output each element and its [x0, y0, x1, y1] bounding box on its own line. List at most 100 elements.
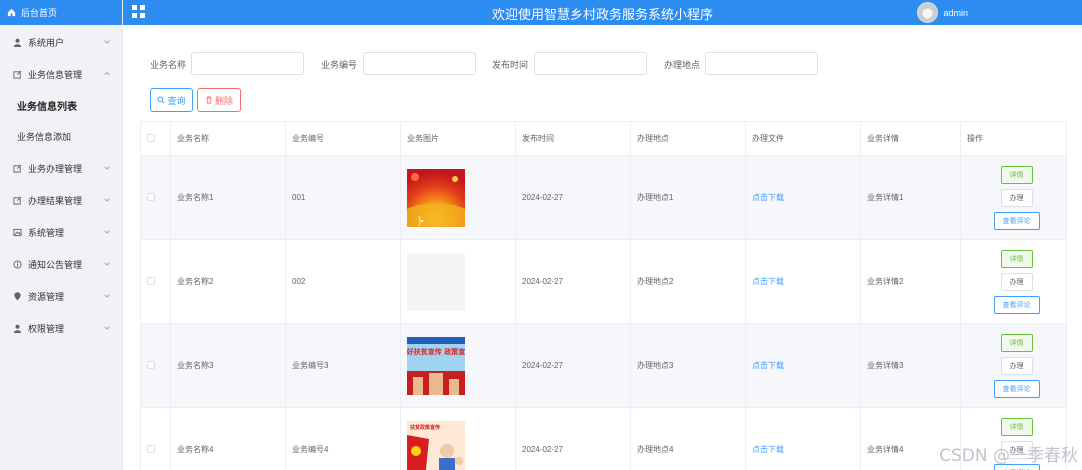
handle-button[interactable]: 办理 — [1000, 356, 1033, 375]
business-name-cell: 业务名称4 — [170, 407, 286, 470]
view-comments-button[interactable]: 查看评论 — [993, 379, 1040, 398]
business-image-cell: 扶贫政策宣传 — [400, 407, 516, 470]
business-image[interactable]: 做好扶贫宣传 政策宣传 — [407, 336, 465, 395]
business-image[interactable] — [407, 252, 465, 311]
row-checkbox[interactable] — [147, 360, 155, 369]
home-link[interactable]: 后台首页 — [0, 0, 122, 25]
handle-button[interactable]: 办理 — [1000, 188, 1033, 207]
menu-label: 通知公告管理 — [28, 259, 83, 270]
watermark: CSDN @一季春秋 — [939, 446, 1078, 466]
actions-cell: 详情 办理 查看评论 — [960, 239, 1067, 324]
chevron-down-icon — [104, 198, 110, 202]
menu-permissions[interactable]: 权限管理 — [0, 312, 122, 344]
detail-cell: 业务详情1 — [860, 155, 961, 240]
delete-button[interactable]: 删除 — [197, 88, 241, 112]
chevron-up-icon — [104, 71, 110, 76]
image-text: 扶贫政策宣传 — [410, 424, 440, 431]
edit-icon — [13, 196, 22, 205]
business-image-cell: 做好扶贫宣传 政策宣传 — [400, 323, 516, 408]
column-header: 发布时间 — [515, 121, 631, 156]
select-all-checkbox[interactable] — [147, 133, 155, 142]
search-bar: 业务名称 业务编号 发布时间 办理地点 — [126, 52, 1082, 76]
file-cell: 点击下载 — [745, 323, 861, 408]
table-row: 业务名称2 002 2024-02-27 办理地点2 点击下载 业务详情2 详情… — [140, 239, 1067, 324]
view-comments-button[interactable]: 查看评论 — [993, 295, 1040, 314]
download-link[interactable]: 点击下载 — [752, 277, 784, 286]
place-cell: 办理地点1 — [630, 155, 746, 240]
view-comments-button[interactable]: 查看评论 — [993, 211, 1040, 230]
chevron-down-icon — [104, 294, 110, 298]
search-label: 发布时间 — [492, 60, 529, 70]
business-table: 业务名称 业务编号 业务图片 发布时间 办理地点 办理文件 业务详情 操作 业务… — [140, 121, 1067, 470]
actions-cell: 详情 办理 查看评论 — [960, 323, 1067, 408]
business-name-input[interactable] — [191, 52, 304, 75]
business-code-cell: 业务编号3 — [285, 323, 401, 408]
row-checkbox[interactable] — [147, 276, 155, 285]
chevron-down-icon — [104, 326, 110, 330]
menu-resources[interactable]: 资源管理 — [0, 280, 122, 312]
menu-business-info[interactable]: 业务信息管理 — [0, 58, 122, 90]
publish-date-cell: 2024-02-27 — [515, 407, 631, 470]
download-link[interactable]: 点击下载 — [752, 193, 784, 202]
chevron-down-icon — [104, 262, 110, 266]
place-cell: 办理地点4 — [630, 407, 746, 470]
menu-label: 系统用户 — [28, 37, 65, 48]
user-name: admin — [943, 7, 968, 18]
menu-label: 权限管理 — [28, 323, 65, 334]
location-icon — [14, 291, 21, 301]
chevron-down-icon — [104, 40, 110, 44]
file-cell: 点击下载 — [745, 407, 861, 470]
row-checkbox[interactable] — [147, 444, 155, 453]
detail-button[interactable]: 详情 — [1000, 417, 1033, 436]
row-select-cell — [140, 155, 171, 240]
detail-button[interactable]: 详情 — [1000, 249, 1033, 268]
download-link[interactable]: 点击下载 — [752, 361, 784, 370]
publish-date-cell: 2024-02-27 — [515, 323, 631, 408]
menu-system[interactable]: 系统管理 — [0, 216, 122, 248]
trash-icon — [206, 96, 212, 104]
menu-label: 系统管理 — [28, 227, 65, 238]
avatar — [917, 2, 939, 23]
detail-button[interactable]: 详情 — [1000, 165, 1033, 184]
column-header: 操作 — [960, 121, 1067, 156]
query-label: 查询 — [167, 95, 186, 106]
column-header: 办理文件 — [745, 121, 861, 156]
business-image[interactable] — [407, 168, 465, 227]
submenu-label: 业务信息添加 — [17, 132, 72, 142]
file-cell: 点击下载 — [745, 239, 861, 324]
detail-button[interactable]: 详情 — [1000, 333, 1033, 352]
search-label: 业务名称 — [150, 60, 187, 70]
select-all-cell — [140, 121, 171, 156]
edit-icon — [13, 70, 22, 79]
column-header: 业务编号 — [285, 121, 401, 156]
menu-notice[interactable]: 通知公告管理 — [0, 248, 122, 280]
row-checkbox[interactable] — [147, 192, 155, 201]
submenu-label: 业务信息列表 — [17, 102, 77, 113]
place-input[interactable] — [705, 52, 818, 75]
download-link[interactable]: 点击下载 — [752, 445, 784, 454]
handle-button[interactable]: 办理 — [1000, 272, 1033, 291]
submenu-business-list[interactable]: 业务信息列表 — [0, 90, 122, 121]
menu-business-handling[interactable]: 业务办理管理 — [0, 152, 122, 184]
search-label: 业务编号 — [321, 60, 358, 70]
table-header-row: 业务名称 业务编号 业务图片 发布时间 办理地点 办理文件 业务详情 操作 — [140, 121, 1067, 156]
row-select-cell — [140, 407, 171, 470]
user-icon — [13, 38, 22, 47]
image-text: 做好扶贫宣传 政策宣传 — [407, 347, 465, 356]
column-header: 业务详情 — [860, 121, 961, 156]
sidebar: 后台首页 系统用户 业务信息管理 业务信息列表 业务信息添加 业务办理管理 办理… — [0, 0, 123, 470]
publish-time-input[interactable] — [534, 52, 647, 75]
table-row: 业务名称3 业务编号3 做好扶贫宣传 政策宣传 2024-02-27 办理地点3… — [140, 323, 1067, 408]
menu-system-users[interactable]: 系统用户 — [0, 26, 122, 58]
menu-result[interactable]: 办理结果管理 — [0, 184, 122, 216]
table-row: 业务名称4 业务编号4 扶贫政策宣传 2024-02-27 办理地点4 点击下载… — [140, 407, 1067, 470]
business-code-input[interactable] — [363, 52, 476, 75]
business-image[interactable]: 扶贫政策宣传 — [407, 420, 465, 470]
user-icon — [13, 324, 22, 333]
submenu-business-add[interactable]: 业务信息添加 — [0, 121, 122, 152]
home-icon — [7, 8, 16, 17]
column-header: 业务图片 — [400, 121, 516, 156]
query-button[interactable]: 查询 — [150, 88, 193, 112]
user-menu[interactable]: admin — [917, 0, 968, 25]
row-select-cell — [140, 323, 171, 408]
